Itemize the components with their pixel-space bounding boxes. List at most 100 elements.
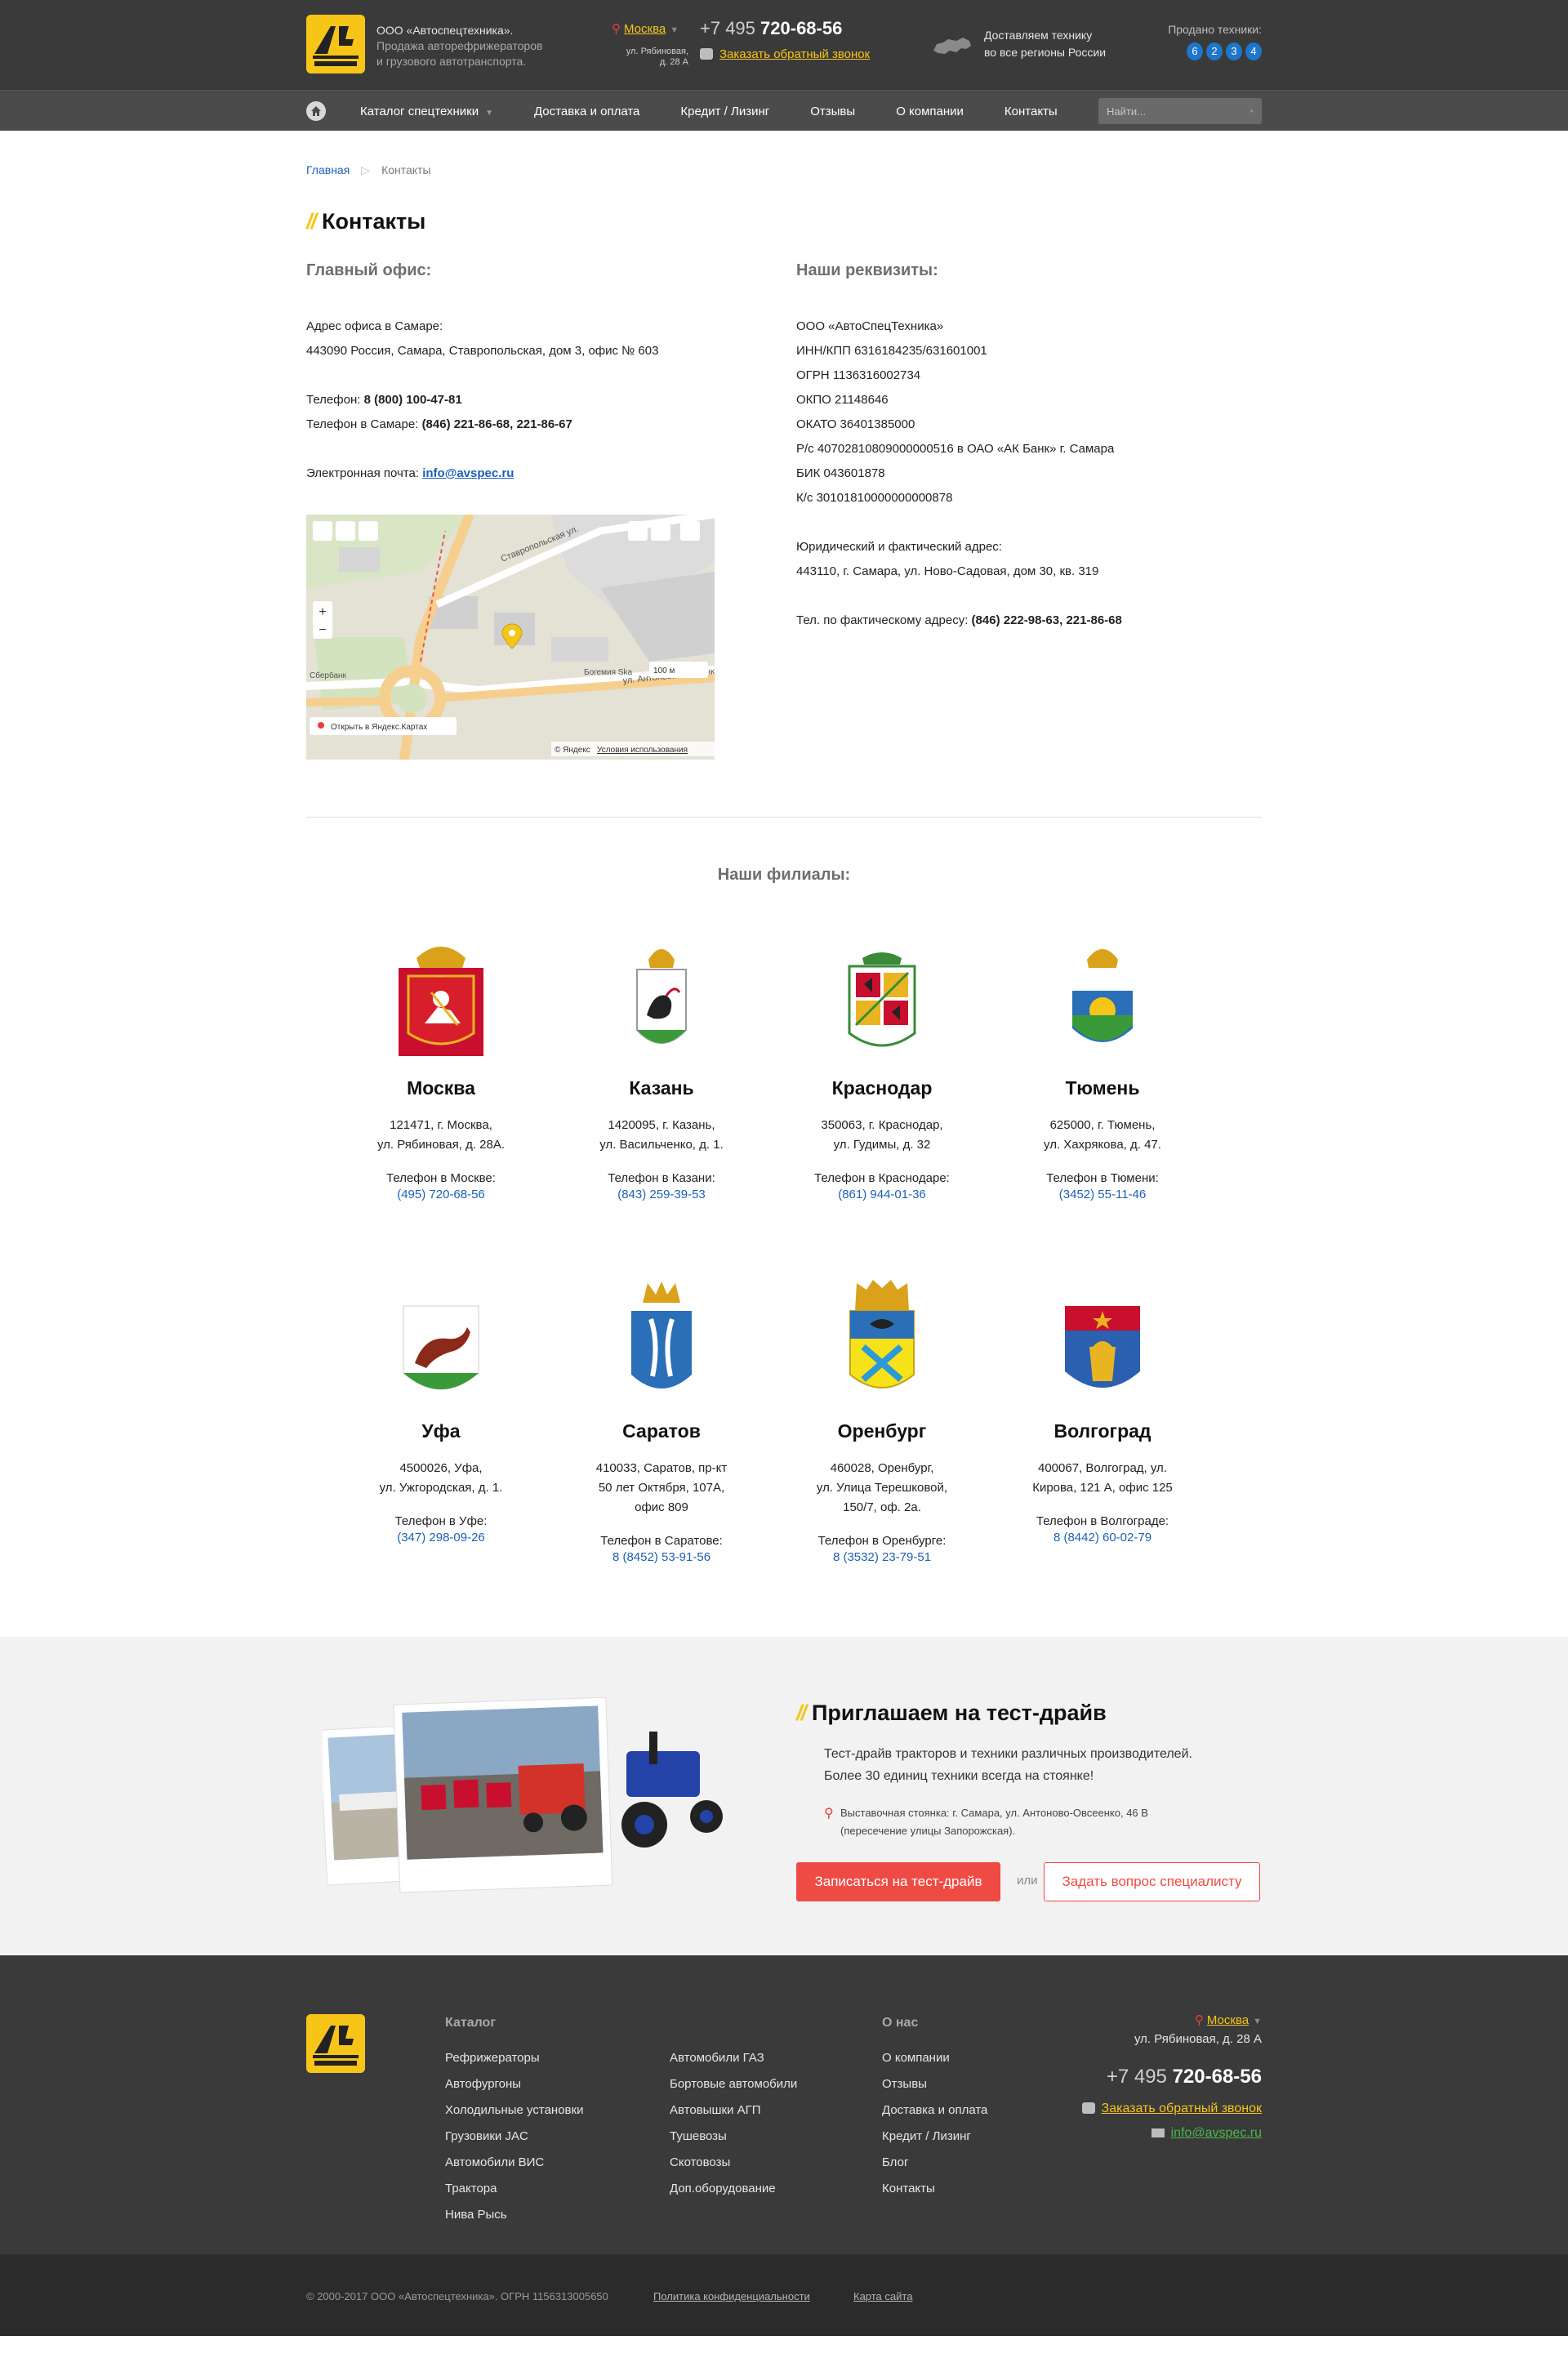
- footer-link[interactable]: Рефрижераторы: [445, 2045, 583, 2071]
- footer-link[interactable]: Скотовозы: [670, 2150, 797, 2176]
- office-phone-samara[interactable]: (846) 221-86-68, 221-86-67: [422, 417, 572, 431]
- footer-heading-spacer: [670, 2016, 797, 2030]
- footer-phone[interactable]: +7 495 720-68-56: [1082, 2066, 1262, 2088]
- footer-callback[interactable]: Заказать обратный звонок: [1081, 2102, 1262, 2116]
- footer-link[interactable]: Доставка и оплата: [882, 2097, 987, 2124]
- nav-item-delivery[interactable]: Доставка и оплата: [534, 105, 639, 118]
- branch-phone-label: Телефон в Оренбурге:: [817, 1534, 947, 1548]
- footer-link[interactable]: Автовышки АГП: [670, 2097, 797, 2124]
- footer-catalog-col-1: Каталог Рефрижераторы Автофургоны Холоди…: [445, 2016, 583, 2228]
- footer-contacts: ⚲ Москва ▼ ул. Рябиновая, д. 28 А +7 495 7…: [1081, 2013, 1262, 2141]
- branch-phone-link[interactable]: (843) 259-39-53: [617, 1188, 706, 1201]
- section-divider: [306, 817, 1262, 818]
- map-canvas[interactable]: Ставропольская ул. ул. Антонова-Овсеенк …: [306, 515, 715, 760]
- ask-specialist-button[interactable]: Задать вопрос специалисту: [1044, 1862, 1260, 1901]
- yandex-map[interactable]: Ставропольская ул. ул. Антонова-Овсеенк …: [306, 515, 715, 760]
- footer-link[interactable]: Трактора: [445, 2176, 583, 2202]
- footer-link[interactable]: Нива Рысь: [445, 2202, 583, 2228]
- branch-address: 625000, г. Тюмень, ул. Хахрякова, д. 47.: [1000, 1116, 1205, 1155]
- branch-phone-label: Телефон в Тюмени:: [1046, 1171, 1159, 1185]
- footer-link[interactable]: Кредит / Лизинг: [882, 2124, 987, 2150]
- branch-card-krasnodar: Краснодар 350063, г. Краснодар, ул. Гуди…: [780, 935, 984, 1205]
- branch-card-tyumen: Тюмень 625000, г. Тюмень, ул. Хахрякова,…: [1000, 935, 1205, 1205]
- title-slashes: //: [306, 209, 317, 234]
- branch-address-line: ул. Рябиновая, д. 28А.: [376, 1138, 506, 1152]
- company-tagline-2: и грузового автотранспорта.: [376, 55, 527, 68]
- footer-link[interactable]: Тушевозы: [670, 2124, 797, 2150]
- footer-link[interactable]: Автофургоны: [445, 2071, 583, 2097]
- footer-address: ул. Рябиновая, д. 28 А: [1134, 2032, 1262, 2046]
- branch-phone-link[interactable]: (3452) 55-11-46: [1059, 1188, 1146, 1201]
- branch-address: 410033, Саратов, пр-кт 50 лет Октября, 1…: [559, 1459, 764, 1518]
- footer-city-link[interactable]: Москва: [1207, 2013, 1249, 2027]
- phone-prefix: +7 495: [1106, 2066, 1167, 2088]
- branch-address-line: ул. Хахрякова, д. 47.: [1044, 1138, 1161, 1152]
- privacy-policy-link[interactable]: Политика конфиденциальности: [653, 2290, 810, 2302]
- logo[interactable]: [306, 15, 365, 74]
- office-phone[interactable]: 8 (800) 100-47-81: [364, 393, 462, 407]
- city-link[interactable]: Москва: [624, 22, 666, 36]
- footer-link[interactable]: Доп.оборудование: [670, 2176, 797, 2202]
- branch-phone-link[interactable]: 8 (8442) 60-02-79: [1054, 1531, 1152, 1545]
- footer-callback-link[interactable]: Заказать обратный звонок: [1102, 2102, 1262, 2115]
- title-slashes: //: [796, 1701, 807, 1725]
- footer-city-selector[interactable]: ⚲ Москва ▼: [1082, 2013, 1262, 2027]
- footer-link[interactable]: Автомобили ВИС: [445, 2150, 583, 2176]
- city-selector[interactable]: ⚲ Москва ▼: [612, 21, 679, 36]
- home-button[interactable]: [306, 101, 326, 121]
- branch-card-ufa: Уфа 4500026, Уфа, ул. Ужгородская, д. 1.…: [339, 1278, 543, 1548]
- requisites: Наши реквизиты: ООО «АвтоСпецТехника» ИН…: [796, 261, 1262, 633]
- footer-link[interactable]: Холодильные установки: [445, 2097, 583, 2124]
- sitemap-link[interactable]: Карта сайта: [853, 2290, 912, 2302]
- legal-phone[interactable]: (846) 222-98-63, 221-86-68: [972, 613, 1122, 627]
- footer-link[interactable]: Блог: [882, 2150, 987, 2176]
- callback-link[interactable]: Заказать обратный звонок: [719, 47, 870, 61]
- header-address: ул. Рябиновая, д. 28 А: [605, 47, 688, 68]
- requisite-line: ООО «АвтоСпецТехника»: [796, 319, 944, 333]
- branch-phone-link[interactable]: 8 (8452) 53-91-56: [612, 1550, 710, 1564]
- search-input[interactable]: [1107, 105, 1250, 118]
- branch-address: 4500026, Уфа, ул. Ужгородская, д. 1.: [339, 1459, 543, 1498]
- footer-link[interactable]: Грузовики JAC: [445, 2124, 583, 2150]
- chevron-down-icon: ▼: [670, 25, 679, 35]
- header-address-line-1: ул. Рябиновая,: [626, 47, 688, 56]
- breadcrumb-home[interactable]: Главная: [306, 163, 350, 176]
- branch-phone-link[interactable]: (495) 720-68-56: [397, 1188, 485, 1201]
- footer-logo[interactable]: [306, 2014, 365, 2073]
- office-address-label: Адрес офиса в Самаре:: [306, 319, 443, 333]
- branch-address-line: Кирова, 121 А, офис 125: [1032, 1481, 1173, 1495]
- company-name: ООО «Автоспецтехника».: [376, 24, 514, 37]
- footer-email[interactable]: info@avspec.ru: [1082, 2126, 1262, 2141]
- branch-address-line: офис 809: [635, 1500, 688, 1514]
- footer-link[interactable]: Контакты: [882, 2176, 987, 2202]
- branch-address-line: 625000, г. Тюмень,: [1049, 1118, 1156, 1132]
- requisite-line: ОГРН 1136316002734: [796, 368, 921, 382]
- branch-phone-link[interactable]: (861) 944-01-36: [838, 1188, 926, 1201]
- footer-link[interactable]: Автомобили ГАЗ: [670, 2045, 797, 2071]
- tyumen-emblem-icon: [1000, 935, 1205, 1058]
- open-in-yandex-label: Открыть в Яндекс.Картах: [331, 723, 427, 732]
- footer-email-link[interactable]: info@avspec.ru: [1171, 2126, 1262, 2140]
- footer-link[interactable]: Бортовые автомобили: [670, 2071, 797, 2097]
- callback-request[interactable]: Заказать обратный звонок: [700, 47, 870, 61]
- nav-item-contacts[interactable]: Контакты: [1004, 105, 1058, 118]
- main-nav: Каталог спецтехники ▼ Доставка и оплата К…: [0, 90, 1568, 131]
- branch-phone-link[interactable]: (347) 298-09-26: [397, 1531, 485, 1545]
- company-info: ООО «Автоспецтехника». Продажа авторефри…: [376, 23, 542, 69]
- header-phone[interactable]: +7 495 720-68-56: [700, 18, 842, 39]
- or-label: или: [1017, 1874, 1038, 1888]
- footer-link[interactable]: Отзывы: [882, 2071, 987, 2097]
- nav-item-reviews[interactable]: Отзывы: [810, 105, 855, 118]
- footer-link[interactable]: О компании: [882, 2045, 987, 2071]
- branch-phone-link[interactable]: 8 (3532) 23-79-51: [833, 1550, 931, 1564]
- search-icon[interactable]: [1250, 105, 1254, 117]
- main-office: Главный офис: Адрес офиса в Самаре: 4430…: [306, 261, 731, 486]
- nav-item-catalog[interactable]: Каталог спецтехники ▼: [360, 105, 493, 118]
- map-terms-link[interactable]: Условия использования: [597, 746, 688, 755]
- nav-item-credit[interactable]: Кредит / Лизинг: [680, 105, 769, 118]
- office-email-link[interactable]: info@avspec.ru: [422, 466, 514, 480]
- map-poi-label-2: Богемия Ska: [584, 668, 632, 677]
- signup-testdrive-button[interactable]: Записаться на тест-драйв: [796, 1862, 1000, 1901]
- nav-item-about[interactable]: О компании: [896, 105, 964, 118]
- company-tagline: Продажа авторефрижераторов: [376, 39, 543, 52]
